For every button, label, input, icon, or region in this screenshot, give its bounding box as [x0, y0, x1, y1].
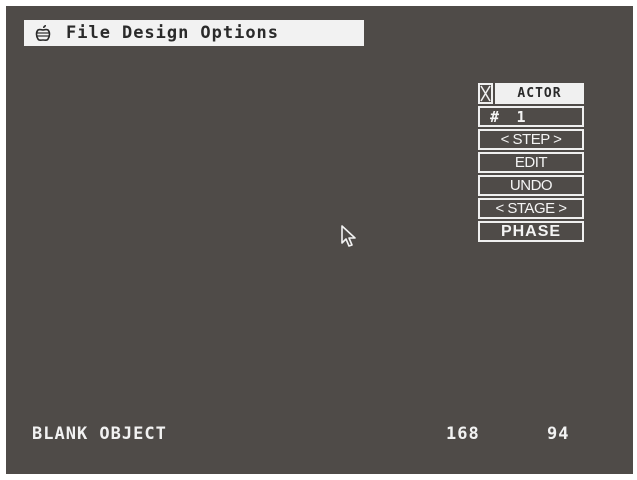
status-x-coordinate: 168: [446, 424, 480, 444]
close-box-icon[interactable]: [478, 83, 493, 104]
actor-number-field[interactable]: # 1: [478, 106, 584, 127]
undo-button[interactable]: UNDO: [478, 175, 584, 196]
apple-icon[interactable]: [34, 24, 52, 42]
actor-panel-title: ACTOR: [495, 83, 584, 104]
phase-button[interactable]: PHASE: [478, 221, 584, 242]
step-button[interactable]: < STEP >: [478, 129, 584, 150]
menu-design[interactable]: Design: [122, 23, 189, 43]
menu-bar: File Design Options: [24, 20, 364, 46]
status-y-coordinate: 94: [547, 424, 570, 444]
actor-number-value: 1: [516, 107, 526, 126]
arrow-cursor-icon: [340, 224, 358, 248]
actor-number-prefix: #: [490, 107, 499, 126]
actor-panel: ACTOR # 1 < STEP > EDIT UNDO < STAGE > P…: [478, 83, 584, 244]
desktop-screen: File Design Options ACTOR # 1 < STEP > E…: [6, 6, 633, 474]
actor-panel-titlebar: ACTOR: [478, 83, 584, 104]
stage-button[interactable]: < STAGE >: [478, 198, 584, 219]
status-object-label: BLANK OBJECT: [32, 424, 167, 444]
menu-file[interactable]: File: [66, 23, 111, 43]
menu-options[interactable]: Options: [200, 23, 279, 43]
edit-button[interactable]: EDIT: [478, 152, 584, 173]
